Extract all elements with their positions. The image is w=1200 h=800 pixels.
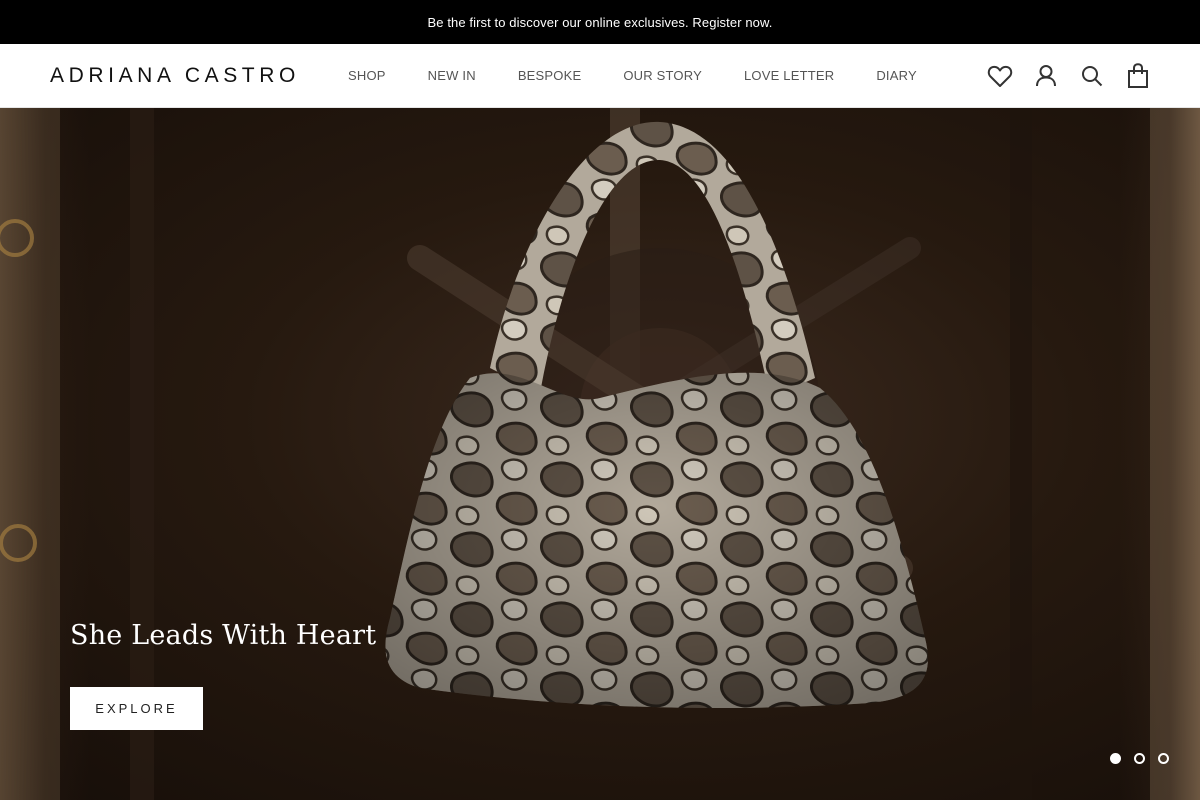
nav-new-in[interactable]: NEW IN <box>428 67 476 85</box>
hero-slideshow: She Leads With Heart EXPLORE <box>0 108 1200 800</box>
search-icon[interactable] <box>1078 62 1106 90</box>
explore-button[interactable]: EXPLORE <box>70 687 203 730</box>
account-icon[interactable] <box>1032 62 1060 90</box>
slide-dot-3[interactable] <box>1158 753 1169 764</box>
announcement-bar: Be the first to discover our online excl… <box>0 0 1200 44</box>
nav-bespoke[interactable]: BESPOKE <box>518 67 582 85</box>
nav-love-letter[interactable]: LOVE LETTER <box>744 67 834 85</box>
slide-dot-2[interactable] <box>1134 753 1145 764</box>
slide-pagination <box>1097 753 1169 764</box>
header-icons <box>968 62 1152 90</box>
brand-logo[interactable]: ADRIANA CASTRO <box>50 65 300 87</box>
nav-shop[interactable]: SHOP <box>348 67 386 85</box>
hero-headline: She Leads With Heart <box>70 620 377 651</box>
main-nav: SHOP NEW IN BESPOKE OUR STORY LOVE LETTE… <box>348 67 959 85</box>
nav-our-story[interactable]: OUR STORY <box>623 67 702 85</box>
site-header: ADRIANA CASTRO SHOP NEW IN BESPOKE OUR S… <box>0 44 1200 108</box>
nav-diary[interactable]: DIARY <box>876 67 917 85</box>
slide-dot-1[interactable] <box>1110 753 1121 764</box>
heart-icon[interactable] <box>986 62 1014 90</box>
announcement-link[interactable]: Be the first to discover our online excl… <box>428 15 773 30</box>
bag-icon[interactable] <box>1124 62 1152 90</box>
